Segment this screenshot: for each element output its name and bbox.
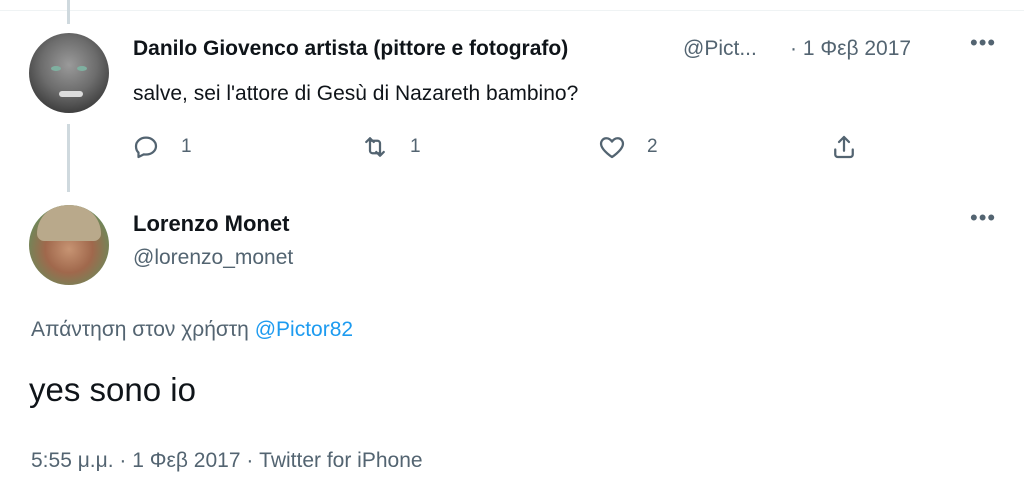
tweet-text: yes sono io	[29, 371, 196, 408]
tweet-text: salve, sei l'attore di Gesù di Nazareth …	[133, 82, 579, 105]
replying-prefix: Απάντηση στον χρήστη	[31, 318, 249, 341]
thread-line	[67, 124, 70, 192]
author-name[interactable]: Lorenzo Monet	[133, 211, 289, 237]
like-count: 2	[647, 136, 658, 157]
retweet-icon	[365, 137, 385, 157]
retweet-button[interactable]: 1	[360, 132, 421, 162]
avatar-detail	[59, 91, 83, 97]
top-divider	[0, 10, 1024, 11]
retweet-count: 1	[410, 136, 421, 157]
tweet-date[interactable]: · 1 Φεβ 2017	[790, 37, 911, 61]
more-icon[interactable]: •••	[970, 30, 996, 56]
reply-button[interactable]: 1	[131, 132, 192, 162]
thread-line-top	[67, 0, 70, 24]
like-button[interactable]: 2	[597, 132, 658, 162]
share-icon	[834, 135, 854, 159]
replying-to-link[interactable]: @Pictor82	[255, 318, 353, 341]
replying-to: Απάντηση στον χρήστη @Pictor82	[31, 318, 353, 342]
avatar-detail	[51, 66, 61, 71]
tweet-meta[interactable]: 5:55 μ.μ. · 1 Φεβ 2017 · Twitter for iPh…	[31, 449, 423, 473]
author-handle[interactable]: @lorenzo_monet	[133, 246, 293, 270]
avatar[interactable]	[29, 205, 109, 285]
author-handle[interactable]: @Pict...	[683, 37, 757, 61]
avatar-detail	[77, 66, 87, 71]
reply-icon	[134, 136, 158, 159]
avatar-detail	[37, 205, 101, 241]
author-name[interactable]: Danilo Giovenco artista (pittore e fotog…	[133, 37, 568, 61]
heart-icon	[599, 137, 625, 159]
avatar[interactable]	[29, 33, 109, 113]
more-icon[interactable]: •••	[970, 205, 996, 231]
reply-count: 1	[181, 136, 192, 157]
share-button[interactable]	[829, 132, 859, 162]
